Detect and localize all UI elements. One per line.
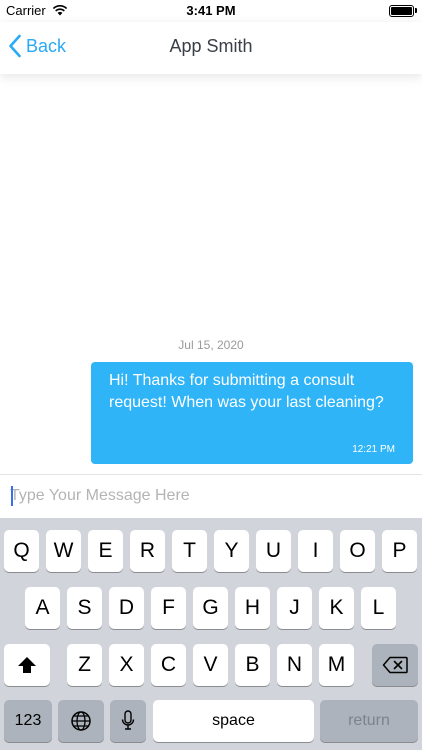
- keyboard: Q W E R T Y U I O P A S D F G H J K L Z …: [0, 518, 422, 750]
- space-key-label: space: [212, 712, 255, 729]
- key-q[interactable]: Q: [4, 530, 39, 572]
- key-m[interactable]: M: [319, 644, 354, 686]
- key-z[interactable]: Z: [67, 644, 102, 686]
- key-h[interactable]: H: [235, 587, 270, 629]
- page-title: App Smith: [169, 36, 253, 56]
- numbers-key-label: 123: [14, 712, 42, 729]
- nav-header: Back App Smith: [0, 22, 422, 74]
- key-p[interactable]: P: [382, 530, 417, 572]
- key-f[interactable]: F: [151, 587, 186, 629]
- message-composer: [0, 474, 422, 518]
- key-d[interactable]: D: [109, 587, 144, 629]
- key-n[interactable]: N: [277, 644, 312, 686]
- chat-area[interactable]: Jul 15, 2020 Hi! Thanks for submitting a…: [0, 74, 422, 474]
- key-w[interactable]: W: [46, 530, 81, 572]
- message-text: Hi! Thanks for submitting a consult requ…: [109, 372, 384, 411]
- globe-icon: [71, 711, 91, 731]
- numbers-key[interactable]: 123: [4, 700, 52, 742]
- key-j[interactable]: J: [277, 587, 312, 629]
- delete-key[interactable]: [372, 644, 418, 686]
- key-v[interactable]: V: [193, 644, 228, 686]
- key-e[interactable]: E: [88, 530, 123, 572]
- space-key[interactable]: space: [153, 700, 314, 742]
- microphone-icon: [121, 710, 135, 730]
- key-k[interactable]: K: [319, 587, 354, 629]
- message-time: 12:21 PM: [352, 444, 395, 455]
- microphone-key[interactable]: [110, 700, 146, 742]
- status-bar: Carrier 3:41 PM: [0, 0, 422, 22]
- date-separator: Jul 15, 2020: [178, 338, 244, 352]
- battery-cap: [415, 8, 417, 13]
- key-l[interactable]: L: [361, 587, 396, 629]
- text-caret: [11, 486, 13, 506]
- key-i[interactable]: I: [298, 530, 333, 572]
- key-g[interactable]: G: [193, 587, 228, 629]
- message-input[interactable]: [10, 481, 410, 511]
- key-o[interactable]: O: [340, 530, 375, 572]
- key-t[interactable]: T: [172, 530, 207, 572]
- delete-icon: [382, 656, 408, 674]
- key-c[interactable]: C: [151, 644, 186, 686]
- battery-icon: [389, 5, 414, 17]
- return-key[interactable]: return: [320, 700, 418, 742]
- key-b[interactable]: B: [235, 644, 270, 686]
- message-bubble[interactable]: Hi! Thanks for submitting a consult requ…: [91, 362, 413, 464]
- key-y[interactable]: Y: [214, 530, 249, 572]
- return-key-label: return: [348, 712, 390, 729]
- status-time: 3:41 PM: [186, 3, 236, 18]
- globe-key[interactable]: [58, 700, 104, 742]
- key-u[interactable]: U: [256, 530, 291, 572]
- key-r[interactable]: R: [130, 530, 165, 572]
- key-a[interactable]: A: [25, 587, 60, 629]
- key-x[interactable]: X: [109, 644, 144, 686]
- shift-key[interactable]: [4, 644, 50, 686]
- key-s[interactable]: S: [67, 587, 102, 629]
- shift-icon: [18, 657, 36, 673]
